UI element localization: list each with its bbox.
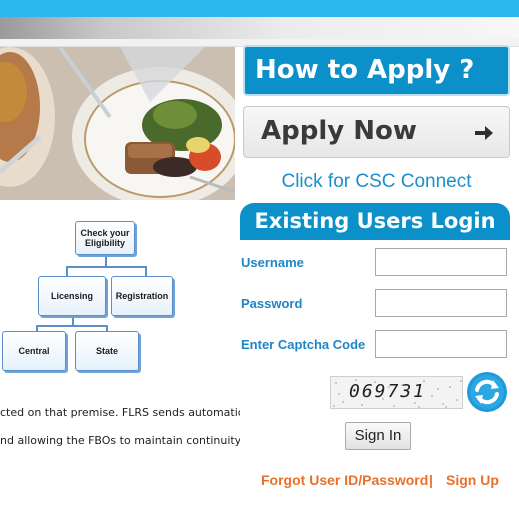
- flow-box-registration-label: Registration: [115, 291, 169, 301]
- how-to-apply-button[interactable]: How to Apply ?: [243, 45, 510, 96]
- apply-now-label: Apply Now: [261, 116, 417, 146]
- csc-connect-link[interactable]: Click for CSC Connect: [243, 171, 510, 193]
- flow-box-eligibility-line1: Check your: [80, 228, 130, 238]
- sign-in-button[interactable]: Sign In: [345, 422, 411, 450]
- connector-line: [105, 253, 107, 267]
- food-banner-image: [0, 47, 235, 200]
- flow-box-central: Central: [2, 331, 66, 371]
- sign-up-link[interactable]: Sign Up: [446, 472, 499, 488]
- body-text-line: nd allowing the FBOs to maintain continu…: [0, 434, 240, 447]
- flow-box-registration: Registration: [111, 276, 173, 316]
- username-input[interactable]: [375, 248, 507, 276]
- password-input[interactable]: [375, 289, 507, 317]
- captcha-text: 069731: [349, 381, 427, 402]
- flow-box-licensing-label: Licensing: [50, 291, 93, 301]
- captcha-label: Enter Captcha Code: [241, 337, 366, 352]
- arrow-right-icon: [475, 126, 493, 140]
- username-label: Username: [241, 255, 304, 270]
- body-text-line: cted on that premise. FLRS sends automat…: [0, 406, 240, 419]
- link-separator: |: [429, 472, 433, 488]
- refresh-icon[interactable]: [466, 371, 508, 413]
- page: Check your Eligibility Licensing Registr…: [0, 0, 519, 510]
- how-to-apply-label: How to Apply ?: [255, 55, 475, 85]
- top-accent-bar: [0, 0, 519, 17]
- captcha-input[interactable]: [375, 330, 507, 358]
- password-label: Password: [241, 296, 303, 311]
- flow-box-state: State: [75, 331, 139, 371]
- flow-box-central-label: Central: [18, 346, 50, 356]
- forgot-password-link[interactable]: Forgot User ID/Password: [261, 472, 428, 488]
- eligibility-flowchart: Check your Eligibility Licensing Registr…: [0, 215, 235, 385]
- connector-line: [36, 325, 108, 327]
- flow-box-eligibility-line2: Eligibility: [84, 238, 125, 248]
- connector-line: [66, 266, 146, 268]
- flow-box-eligibility: Check your Eligibility: [75, 221, 135, 255]
- apply-now-button[interactable]: Apply Now: [243, 106, 510, 158]
- header-gradient-strip: [0, 17, 519, 39]
- captcha-image: 069731: [330, 376, 463, 409]
- flow-box-state-label: State: [95, 346, 118, 356]
- flow-box-licensing: Licensing: [38, 276, 106, 316]
- login-panel-header: Existing Users Login: [240, 203, 510, 240]
